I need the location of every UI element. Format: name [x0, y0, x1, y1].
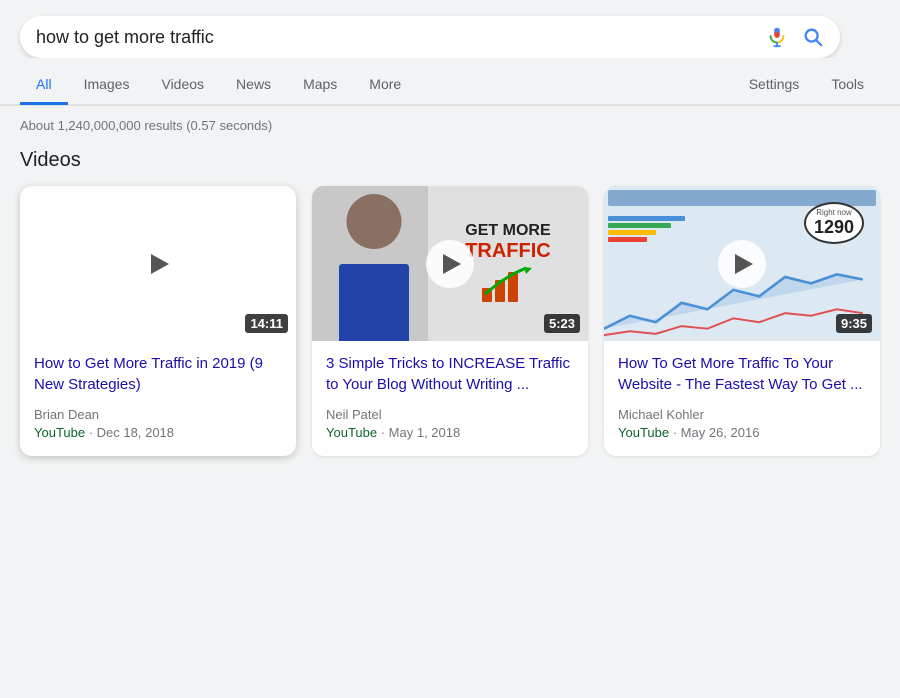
nav-item-settings[interactable]: Settings	[733, 66, 816, 105]
video-title-2[interactable]: 3 Simple Tricks to INCREASE Traffic to Y…	[326, 353, 574, 395]
mic-icon[interactable]	[766, 26, 788, 48]
videos-section-title: Videos	[20, 149, 880, 172]
search-icon[interactable]	[802, 26, 824, 48]
search-bar	[20, 16, 840, 58]
video-title-1[interactable]: How to Get More Traffic in 2019 (9 New S…	[34, 353, 282, 395]
video-source-name-2: YouTube	[326, 425, 377, 440]
nav-item-news[interactable]: News	[220, 66, 287, 105]
video-author-3: Michael Kohler	[618, 407, 866, 422]
thumb2-title-line1: GET MORE	[465, 221, 550, 240]
video-thumb-1[interactable]: BACKLINKO GET MORE TRAFFIC (2019)	[20, 186, 296, 341]
nav-item-all[interactable]: All	[20, 66, 68, 105]
main-content: About 1,240,000,000 results (0.57 second…	[0, 106, 900, 468]
search-input[interactable]	[36, 27, 766, 48]
video-source-dash-2: ·	[381, 425, 389, 440]
nav-item-images[interactable]: Images	[68, 66, 146, 105]
video-date-3: May 26, 2016	[681, 425, 760, 440]
video-card-1: BACKLINKO GET MORE TRAFFIC (2019)	[20, 186, 296, 456]
thumb2-arrow-chart	[480, 266, 535, 306]
video-duration-1: 14:11	[245, 314, 288, 333]
video-author-1: Brian Dean	[34, 407, 282, 422]
thumb3-oval-label: Right now	[814, 208, 854, 217]
nav-left: All Images Videos News Maps More	[20, 66, 417, 104]
video-date-1: Dec 18, 2018	[97, 425, 174, 440]
play-button-3[interactable]	[718, 240, 766, 288]
navigation-bar: All Images Videos News Maps More Setting…	[0, 58, 900, 105]
play-button-1[interactable]	[134, 240, 182, 288]
video-info-2: 3 Simple Tricks to INCREASE Traffic to Y…	[312, 341, 588, 456]
video-source-dash-3: ·	[673, 425, 681, 440]
video-source-dash-1: ·	[89, 425, 97, 440]
play-button-2[interactable]	[426, 240, 474, 288]
nav-item-tools[interactable]: Tools	[815, 66, 880, 105]
video-source-name-1: YouTube	[34, 425, 85, 440]
video-info-1: How to Get More Traffic in 2019 (9 New S…	[20, 341, 296, 456]
play-triangle-2	[443, 254, 461, 274]
video-source-1: YouTube · Dec 18, 2018	[34, 425, 282, 440]
video-author-2: Neil Patel	[326, 407, 574, 422]
thumb3-oval-number: 1290	[814, 217, 854, 238]
video-date-2: May 1, 2018	[389, 425, 461, 440]
nav-item-maps[interactable]: Maps	[287, 66, 353, 105]
nav-item-more[interactable]: More	[353, 66, 417, 105]
video-source-2: YouTube · May 1, 2018	[326, 425, 574, 440]
videos-grid: BACKLINKO GET MORE TRAFFIC (2019)	[20, 186, 880, 456]
video-source-3: YouTube · May 26, 2016	[618, 425, 866, 440]
video-thumb-2[interactable]: GET MORE TRAFFIC	[312, 186, 588, 341]
video-card-3: Right now 1290	[604, 186, 880, 456]
thumb1-line1: GET MORE	[42, 324, 111, 341]
video-source-name-3: YouTube	[618, 425, 669, 440]
nav-right: Settings Tools	[733, 66, 880, 104]
play-triangle-1	[151, 254, 169, 274]
nav-item-videos[interactable]: Videos	[145, 66, 220, 105]
video-duration-2: 5:23	[544, 314, 580, 333]
video-thumb-3[interactable]: Right now 1290	[604, 186, 880, 341]
thumb2-title-line2: TRAFFIC	[465, 240, 551, 262]
video-title-3[interactable]: How To Get More Traffic To Your Website …	[618, 353, 866, 395]
video-duration-3: 9:35	[836, 314, 872, 333]
video-card-2: GET MORE TRAFFIC	[312, 186, 588, 456]
results-count: About 1,240,000,000 results (0.57 second…	[20, 118, 880, 133]
play-triangle-3	[735, 254, 753, 274]
video-info-3: How To Get More Traffic To Your Website …	[604, 341, 880, 456]
